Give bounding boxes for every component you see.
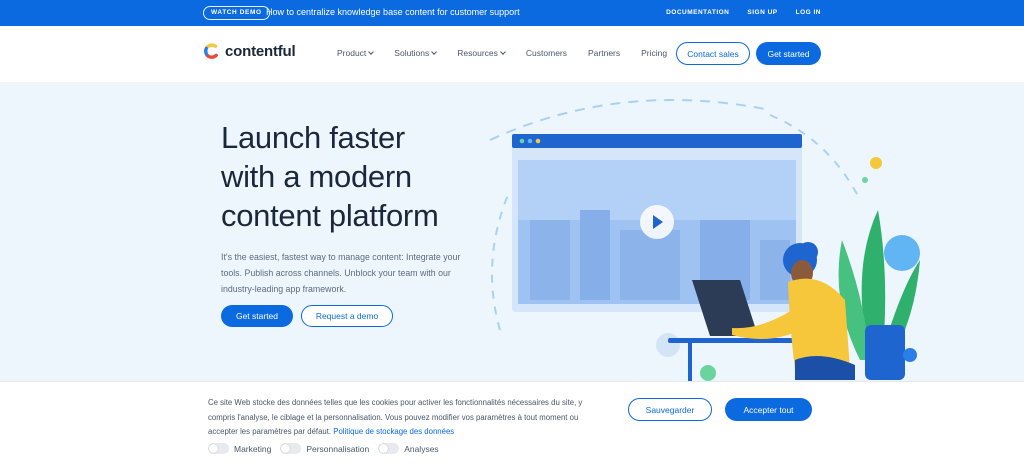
contentful-logo[interactable]: contentful <box>203 42 296 60</box>
announcement-bar: WATCH DEMO How to centralize knowledge b… <box>0 0 1024 26</box>
nav-item-partners[interactable]: Partners <box>588 48 620 58</box>
accept-all-button[interactable]: Accepter tout <box>725 398 812 421</box>
request-demo-button[interactable]: Request a demo <box>301 305 393 327</box>
main-nav: contentful Product Solutions Resources C… <box>0 26 1024 82</box>
nav-item-solutions[interactable]: Solutions <box>394 48 438 58</box>
nav-item-product[interactable]: Product <box>337 48 375 58</box>
data-storage-policy-link[interactable]: Politique de stockage des données <box>333 427 454 436</box>
personalisation-toggle[interactable] <box>280 443 302 454</box>
toggle-marketing: Marketing <box>208 443 271 454</box>
nav-item-resources[interactable]: Resources <box>457 48 506 58</box>
nav-menu: Product Solutions Resources Customers Pa… <box>337 48 688 58</box>
get-started-button[interactable]: Get started <box>756 42 821 65</box>
logo-text: contentful <box>225 42 296 60</box>
marketing-toggle[interactable] <box>208 443 229 454</box>
log-in-link[interactable]: LOG IN <box>796 9 821 16</box>
hero-get-started-button[interactable]: Get started <box>221 305 293 327</box>
sign-up-link[interactable]: SIGN UP <box>747 9 777 16</box>
cookie-banner: Ce site Web stocke des données telles qu… <box>0 381 1024 474</box>
announcement-link[interactable]: How to centralize knowledge base content… <box>266 7 520 17</box>
hero-subtitle: It's the easiest, fastest way to manage … <box>221 252 461 294</box>
nav-item-pricing[interactable]: Pricing <box>641 48 667 58</box>
contact-sales-button[interactable]: Contact sales <box>676 42 750 65</box>
analyses-toggle[interactable] <box>378 443 400 454</box>
documentation-link[interactable]: DOCUMENTATION <box>666 9 729 16</box>
toggle-personalisation: Personnalisation <box>280 443 369 454</box>
hero-illustration <box>489 99 920 383</box>
hero-title: Launch faster with a modern content plat… <box>221 120 439 233</box>
watch-demo-badge[interactable]: WATCH DEMO <box>203 6 270 20</box>
chevron-down-icon <box>500 49 506 55</box>
top-links: DOCUMENTATION SIGN UP LOG IN <box>666 9 821 16</box>
toggle-label: Marketing <box>234 443 272 454</box>
chevron-down-icon <box>431 49 438 55</box>
toggle-label: Analyses <box>404 443 439 454</box>
chevron-down-icon <box>368 49 375 55</box>
toggle-analyses: Analyses <box>378 443 439 454</box>
contentful-logo-icon <box>204 43 218 59</box>
save-cookies-button[interactable]: Sauvegarder <box>628 398 712 421</box>
toggle-label: Personnalisation <box>306 443 370 454</box>
cookie-text: Ce site Web stocke des données telles qu… <box>208 398 583 436</box>
nav-item-customers[interactable]: Customers <box>526 48 567 58</box>
cookie-toggles: Marketing Personnalisation Analyses <box>208 443 439 454</box>
